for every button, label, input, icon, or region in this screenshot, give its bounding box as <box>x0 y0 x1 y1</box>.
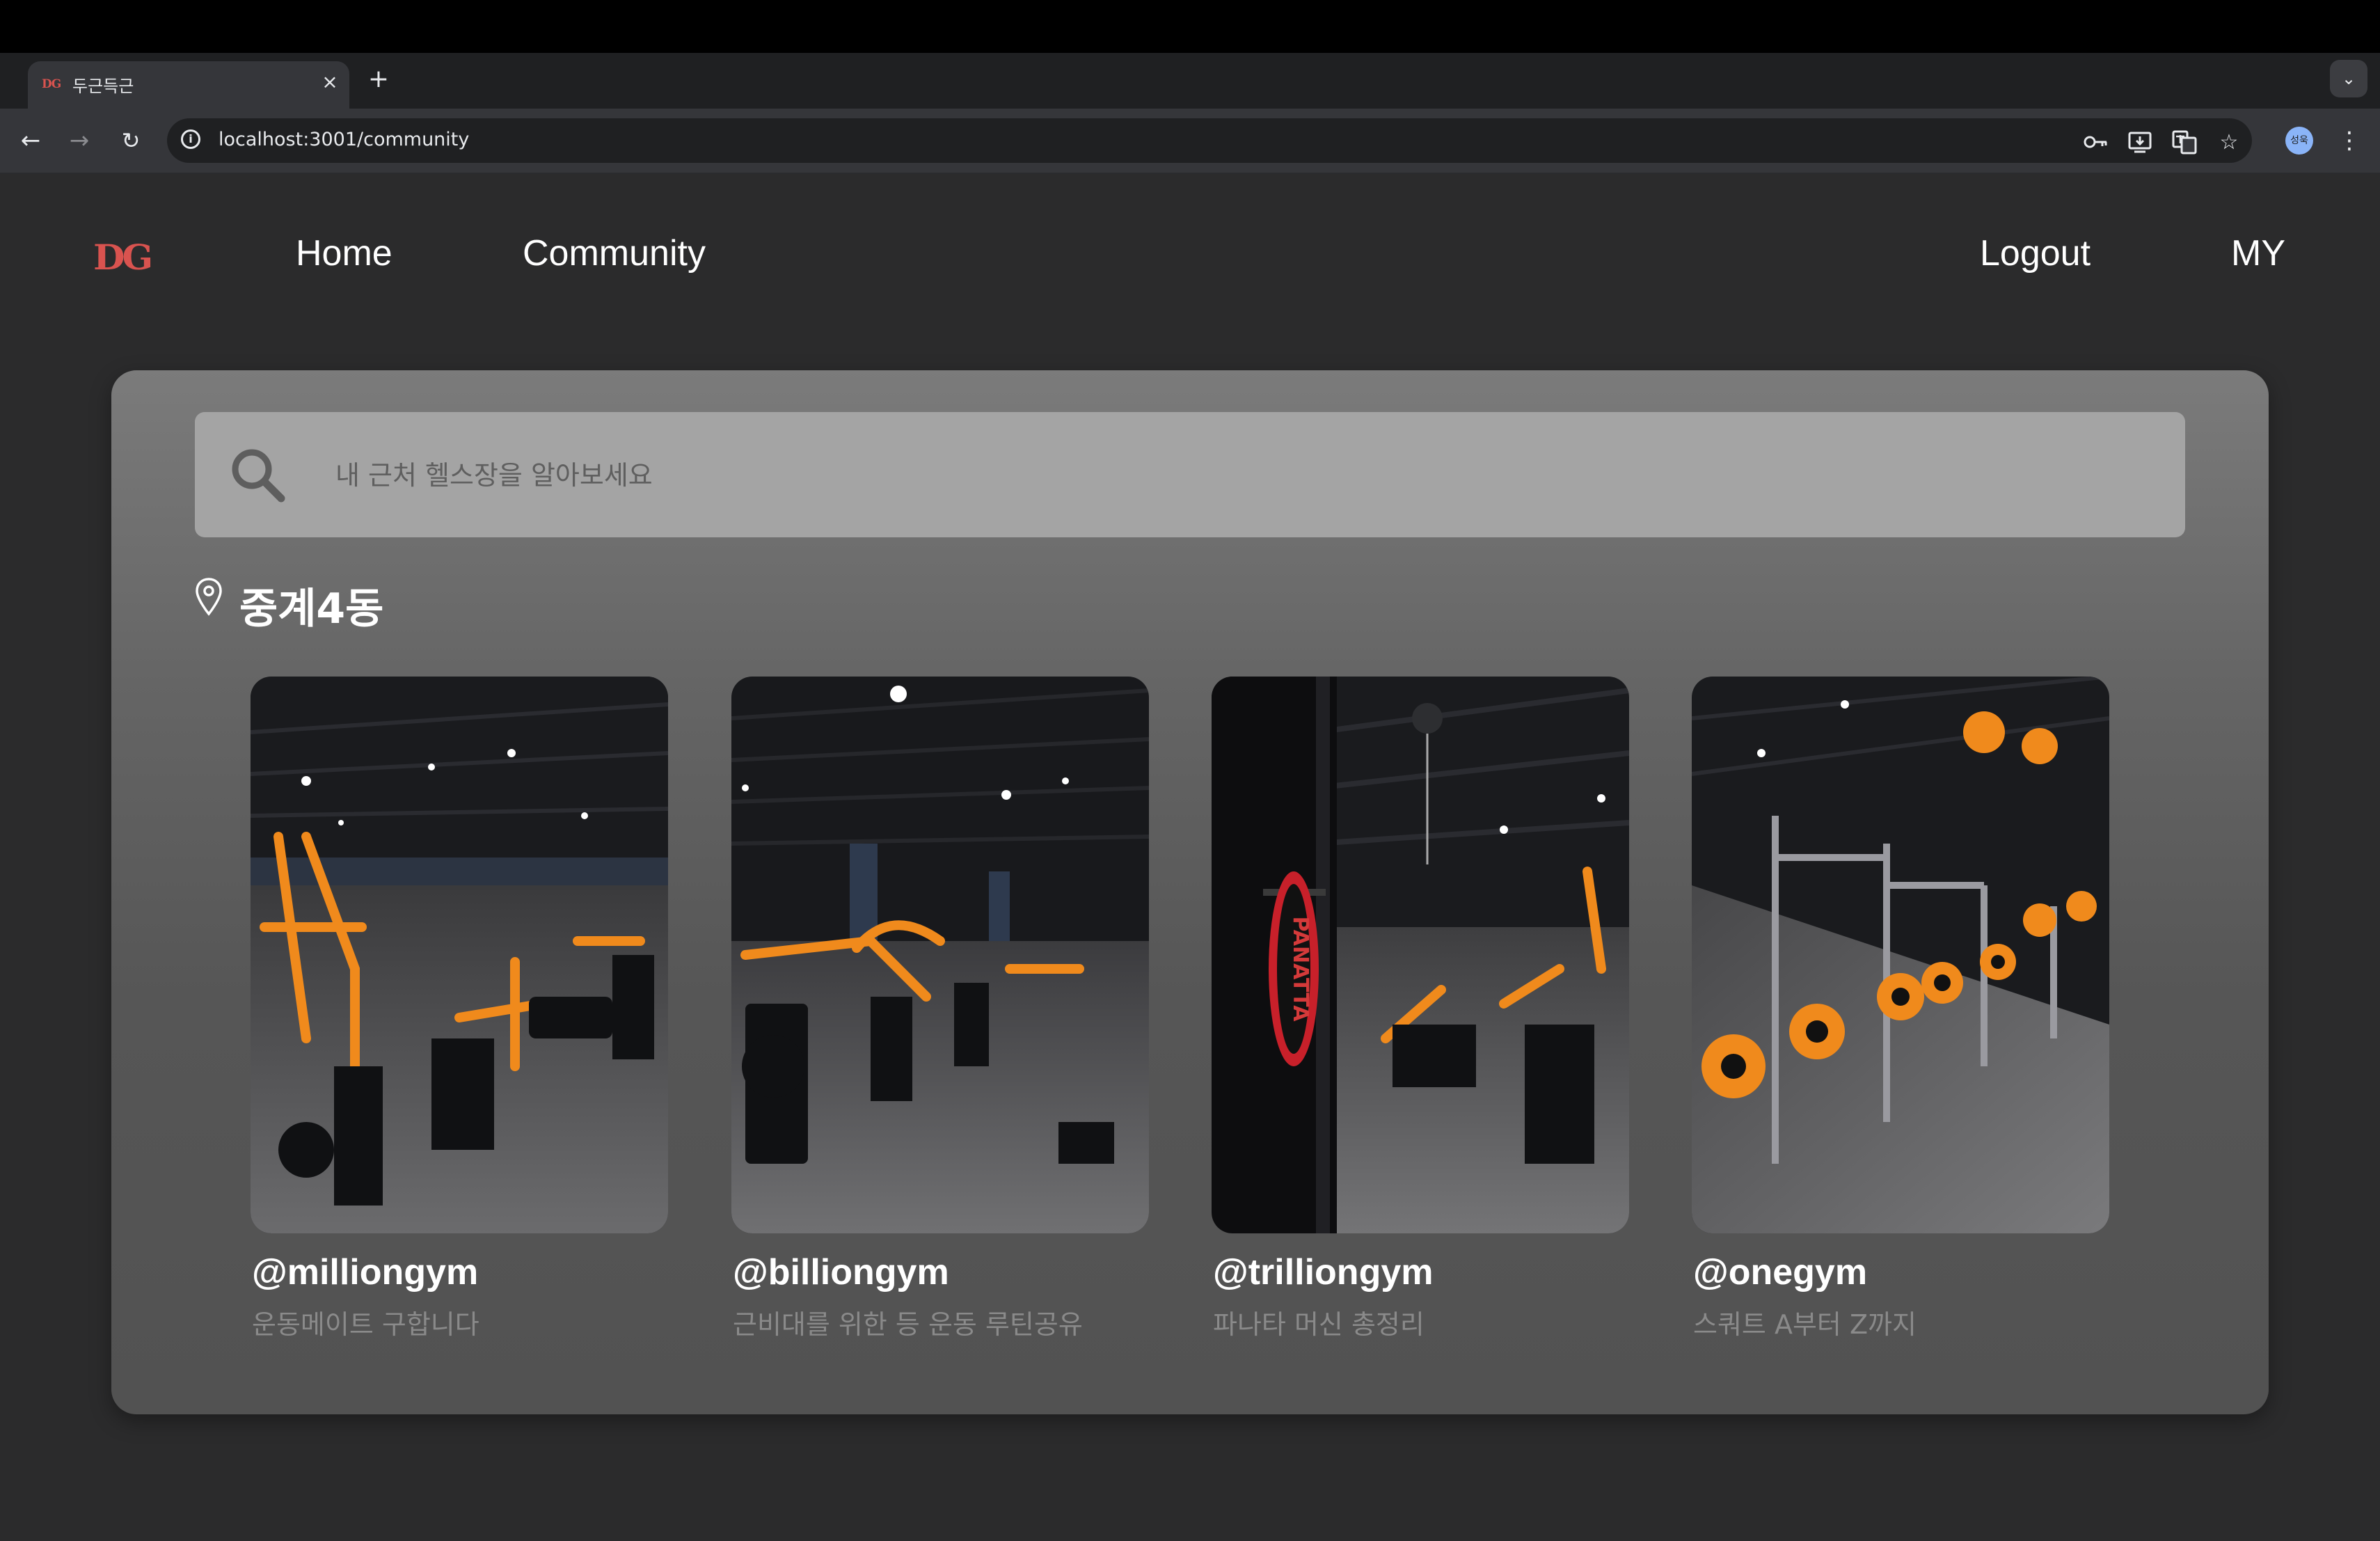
tab-search-button[interactable]: ⌄ <box>2330 60 2367 97</box>
post-description: 근비대를 위한 등 운동 루틴공유 <box>733 1309 1083 1340</box>
gym-photo[interactable] <box>731 677 1149 1233</box>
forward-arrow-icon[interactable]: → <box>61 123 97 159</box>
location-pin-icon <box>196 578 222 616</box>
nav-community-link[interactable]: Community <box>523 232 706 274</box>
post-card[interactable]: @billiongym 근비대를 위한 등 운동 루틴공유 <box>731 677 1149 1340</box>
menu-kebab-icon[interactable]: ⋮ <box>2335 125 2363 156</box>
location-label: 중계4동 <box>239 585 384 633</box>
address-bar[interactable]: i localhost:3001/community <box>167 118 2252 163</box>
svg-text:PANATTA: PANATTA <box>1288 917 1312 1022</box>
browser-tab[interactable]: DG 두근득근 × <box>28 61 349 109</box>
nav-home-link[interactable]: Home <box>296 232 392 274</box>
gym-photo[interactable] <box>251 677 668 1233</box>
post-handle[interactable]: @billiongym <box>733 1251 949 1293</box>
reload-icon[interactable]: ↻ <box>113 123 149 159</box>
post-description: 파나타 머신 총정리 <box>1213 1309 1425 1340</box>
new-tab-button[interactable]: + <box>363 64 394 95</box>
tab-title: 두근득근 <box>72 77 134 96</box>
nav-logout-link[interactable]: Logout <box>1980 232 2091 274</box>
post-description: 스쿼트 A부터 Z까지 <box>1693 1309 1917 1340</box>
post-card[interactable]: @milliongym 운동메이트 구합니다 <box>251 677 668 1340</box>
favicon-icon: DG <box>42 77 61 91</box>
post-handle[interactable]: @milliongym <box>252 1251 478 1293</box>
url-text[interactable]: localhost:3001/community <box>219 129 469 150</box>
search-icon[interactable] <box>228 445 287 504</box>
site-logo[interactable]: DG <box>93 237 153 278</box>
gym-photo[interactable]: PANATTA <box>1212 677 1629 1233</box>
site-info-icon[interactable]: i <box>181 129 200 149</box>
bookmark-star-icon[interactable]: ☆ <box>2214 128 2244 157</box>
community-panel: 중계4동 <box>111 370 2269 1414</box>
close-tab-icon[interactable]: × <box>316 68 344 96</box>
nav-my-link[interactable]: MY <box>2231 232 2285 274</box>
back-arrow-icon[interactable]: ← <box>13 123 49 159</box>
post-card[interactable]: @onegym 스쿼트 A부터 Z까지 <box>1692 677 2109 1340</box>
tab-strip <box>0 53 2380 109</box>
install-app-icon[interactable] <box>2125 128 2155 157</box>
gym-search-bar[interactable] <box>195 412 2185 537</box>
window-top-bar <box>0 0 2380 53</box>
post-card[interactable]: PANATTA @trilliongym 파나타 머신 총정리 <box>1212 677 1629 1340</box>
profile-avatar[interactable]: 성욱 <box>2285 127 2313 155</box>
gym-photo[interactable] <box>1692 677 2109 1233</box>
post-handle[interactable]: @trilliongym <box>1213 1251 1434 1293</box>
search-input[interactable] <box>334 447 2146 504</box>
post-description: 운동메이트 구합니다 <box>252 1309 479 1340</box>
post-handle[interactable]: @onegym <box>1693 1251 1867 1293</box>
password-key-icon[interactable] <box>2081 128 2110 157</box>
translate-icon[interactable] <box>2170 128 2199 157</box>
